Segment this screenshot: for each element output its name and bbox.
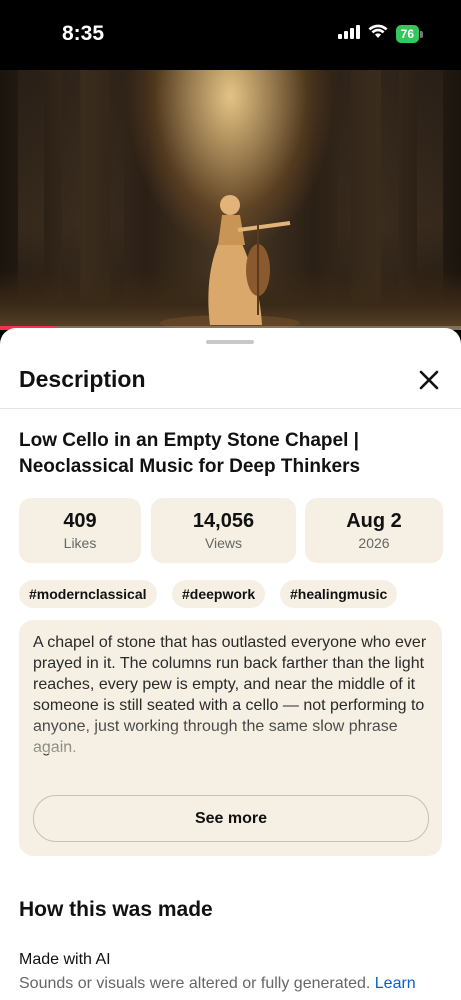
video-player[interactable] xyxy=(0,70,461,330)
description-card: A chapel of stone that has outlasted eve… xyxy=(19,620,442,856)
tag-deepwork[interactable]: #deepwork xyxy=(172,580,266,608)
status-icons: 76 xyxy=(337,24,423,44)
stat-label: Likes xyxy=(63,535,97,551)
stat-value: 14,056 xyxy=(192,510,255,532)
ai-description-text: Sounds or visuals were altered or fully … xyxy=(19,975,371,992)
sheet-title: Description xyxy=(19,366,146,392)
learn-more-link[interactable]: Learn xyxy=(375,975,416,992)
stat-views: 14,056 Views xyxy=(151,498,296,563)
close-button[interactable] xyxy=(415,366,443,394)
wifi-icon xyxy=(368,24,388,44)
ai-description: Sounds or visuals were altered or fully … xyxy=(19,975,449,993)
cellist-figure xyxy=(160,195,300,330)
stat-label: Views xyxy=(204,535,243,551)
stat-value: 409 xyxy=(63,510,97,532)
close-icon xyxy=(419,370,439,390)
status-bar: 8:35 76 xyxy=(0,0,461,70)
drag-handle[interactable] xyxy=(206,340,254,344)
status-time: 8:35 xyxy=(62,22,105,45)
stat-date: Aug 2 2026 xyxy=(305,498,443,563)
see-more-button[interactable]: See more xyxy=(33,795,429,842)
stat-likes: 409 Likes xyxy=(19,498,141,563)
battery-icon: 76 xyxy=(395,25,423,43)
tag-healingmusic[interactable]: #healingmusic xyxy=(280,580,398,608)
stat-value: Aug 2 xyxy=(346,510,402,532)
how-made-title: How this was made xyxy=(19,898,213,921)
ai-title: Made with AI xyxy=(19,951,111,968)
stats-row: 409 Likes 14,056 Views Aug 2 2026 xyxy=(19,498,443,563)
sheet-header: Description xyxy=(0,352,461,409)
signal-icon xyxy=(337,24,360,44)
video-title: Low Cello in an Empty Stone Chapel | Neo… xyxy=(19,430,361,477)
battery-level: 76 xyxy=(395,25,419,43)
stat-label: 2026 xyxy=(358,535,390,551)
tag-modernclassical[interactable]: #modernclassical xyxy=(19,580,157,608)
description-sheet: Description Low Cello in an Empty Stone … xyxy=(0,328,461,1000)
